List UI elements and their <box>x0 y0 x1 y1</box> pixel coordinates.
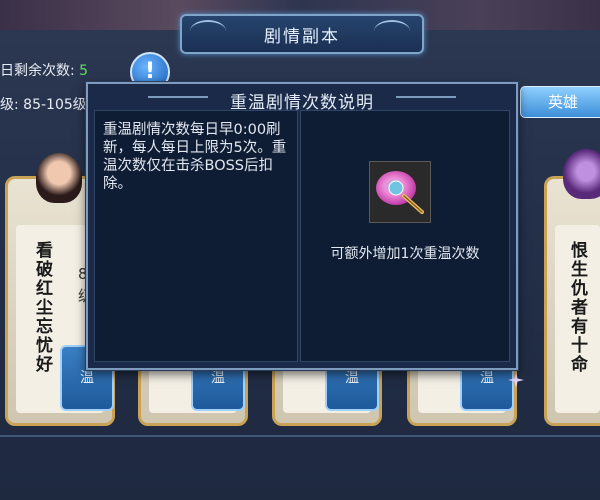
stage-card-5[interactable]: 恨生仇者有十命 <box>544 149 600 426</box>
card-title: 看破红尘忘忧好 <box>32 241 52 374</box>
sparkle-icon <box>508 372 524 388</box>
card-title: 恨生仇者有十命 <box>567 241 587 374</box>
level-range: 级: 85-105级 <box>0 97 87 113</box>
reward-pane: 可额外增加1次重温次数 <box>300 110 510 362</box>
hero-button[interactable]: 英雄 <box>520 86 600 118</box>
character-portrait <box>36 153 82 203</box>
dialog-description: 重温剧情次数每日早0:00刷新，每人每日上限为5次。重温次数仅在击杀BOSS后扣… <box>103 122 287 192</box>
right-ornament-icon <box>374 20 410 42</box>
replay-count-dialog: 重温剧情次数说明 重温剧情次数每日早0:00刷新，每人每日上限为5次。重温次数仅… <box>86 82 518 370</box>
feather-fan-icon[interactable] <box>369 161 431 223</box>
remaining-label: 日剩余次数: <box>0 63 75 79</box>
monster-portrait <box>563 149 600 199</box>
bottom-divider <box>0 435 600 437</box>
left-ornament-icon <box>190 20 226 42</box>
remaining-value: 5 <box>79 63 89 79</box>
description-pane: 重温剧情次数每日早0:00刷新，每人每日上限为5次。重温次数仅在击杀BOSS后扣… <box>94 110 298 362</box>
bonus-text: 可额外增加1次重温次数 <box>330 246 480 262</box>
remaining-count: 日剩余次数: 5 <box>0 60 88 80</box>
